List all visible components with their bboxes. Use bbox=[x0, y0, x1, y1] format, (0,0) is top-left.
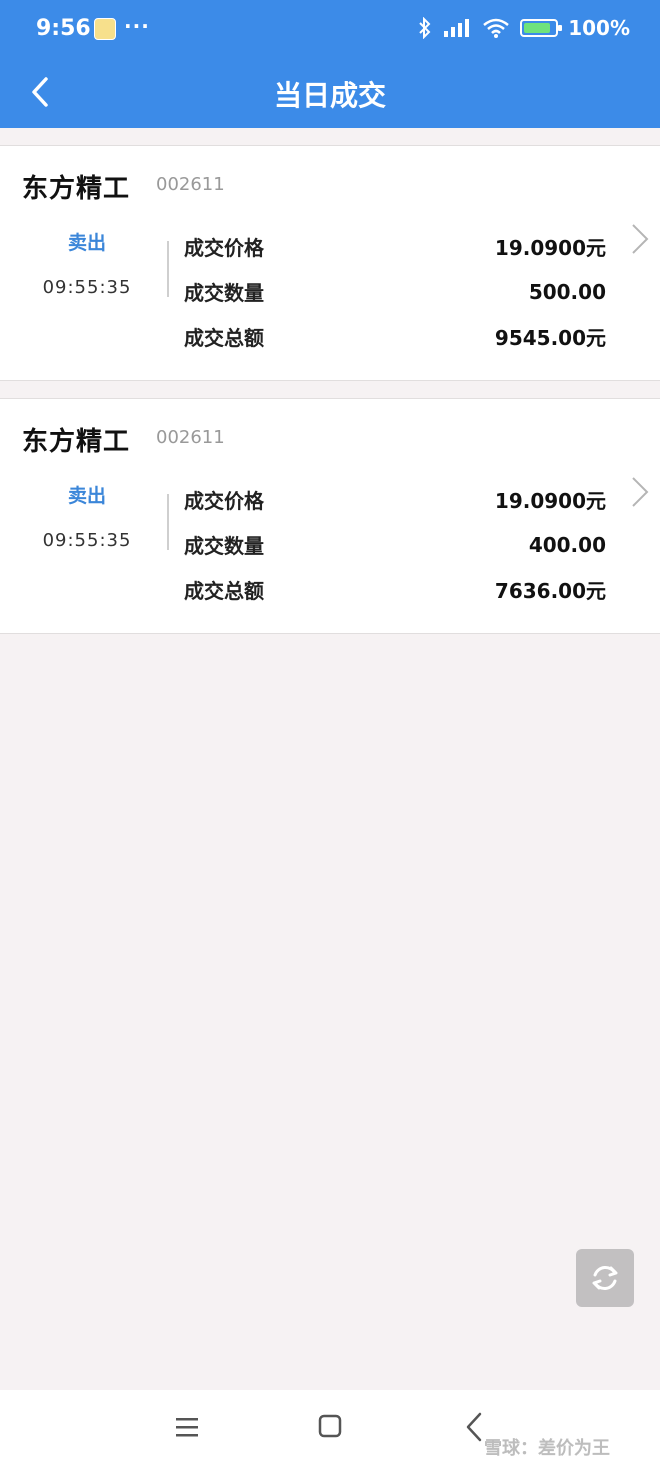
stock-name: 东方精工 bbox=[22, 174, 131, 204]
trade-card[interactable]: 东方精工 002611 卖出 09:55:35 成交价格 19.0900元 成交… bbox=[0, 398, 660, 634]
detail-value: 9545.00元 bbox=[494, 326, 606, 350]
detail-value: 19.0900元 bbox=[494, 489, 606, 513]
back-triangle-icon[interactable] bbox=[464, 1410, 484, 1444]
refresh-button[interactable] bbox=[576, 1249, 634, 1307]
trade-time: 09:55:35 bbox=[42, 530, 132, 551]
header-bar: 9:56 ··· 100% 当日成交 bbox=[0, 0, 660, 128]
trade-side-block: 卖出 09:55:35 bbox=[22, 228, 152, 298]
trade-detail-rows: 成交价格 19.0900元 成交数量 400.00 成交总额 7636.00元 bbox=[184, 477, 606, 612]
vertical-divider bbox=[167, 241, 169, 297]
signal-icon bbox=[444, 19, 470, 37]
battery-icon bbox=[520, 19, 563, 37]
status-indicators: 100% bbox=[418, 16, 630, 40]
detail-row-amount: 成交总额 9545.00元 bbox=[184, 314, 606, 359]
stock-code: 002611 bbox=[156, 174, 225, 195]
detail-label: 成交总额 bbox=[184, 326, 264, 350]
menu-icon[interactable] bbox=[174, 1412, 200, 1442]
detail-row-quantity: 成交数量 500.00 bbox=[184, 269, 606, 314]
stock-code: 002611 bbox=[156, 427, 225, 448]
detail-row-price: 成交价格 19.0900元 bbox=[184, 477, 606, 522]
trade-side: 卖出 bbox=[67, 232, 106, 254]
stock-name: 东方精工 bbox=[22, 427, 131, 457]
trade-time: 09:55:35 bbox=[42, 277, 132, 298]
detail-label: 成交价格 bbox=[184, 236, 264, 260]
detail-label: 成交数量 bbox=[184, 281, 264, 305]
chevron-right-icon[interactable] bbox=[630, 475, 650, 509]
square-home-icon[interactable] bbox=[318, 1414, 342, 1438]
system-nav-bar: 雪球：差价为王 bbox=[0, 1390, 660, 1467]
trade-detail-rows: 成交价格 19.0900元 成交数量 500.00 成交总额 9545.00元 bbox=[184, 224, 606, 359]
detail-value: 400.00 bbox=[528, 532, 606, 557]
chevron-right-icon[interactable] bbox=[630, 222, 650, 256]
refresh-icon bbox=[592, 1266, 618, 1290]
detail-value: 7636.00元 bbox=[494, 579, 606, 603]
wifi-icon bbox=[483, 18, 510, 38]
trade-side: 卖出 bbox=[67, 485, 106, 507]
status-time: 9:56 bbox=[36, 16, 91, 41]
bluetooth-icon bbox=[419, 17, 431, 39]
detail-row-amount: 成交总额 7636.00元 bbox=[184, 567, 606, 612]
app-notification-icon bbox=[94, 18, 116, 40]
page-title: 当日成交 bbox=[273, 79, 386, 112]
trade-card[interactable]: 东方精工 002611 卖出 09:55:35 成交价格 19.0900元 成交… bbox=[0, 145, 660, 381]
status-more-dots: ··· bbox=[124, 14, 150, 38]
detail-value: 19.0900元 bbox=[494, 236, 606, 260]
detail-value: 500.00 bbox=[528, 279, 606, 304]
watermark-text: 雪球：差价为王 bbox=[484, 1438, 610, 1459]
detail-row-price: 成交价格 19.0900元 bbox=[184, 224, 606, 269]
trade-side-block: 卖出 09:55:35 bbox=[22, 481, 152, 551]
vertical-divider bbox=[167, 494, 169, 550]
battery-percent: 100% bbox=[568, 16, 630, 40]
detail-label: 成交总额 bbox=[184, 579, 264, 603]
detail-label: 成交价格 bbox=[184, 489, 264, 513]
detail-label: 成交数量 bbox=[184, 534, 264, 558]
detail-row-quantity: 成交数量 400.00 bbox=[184, 522, 606, 567]
